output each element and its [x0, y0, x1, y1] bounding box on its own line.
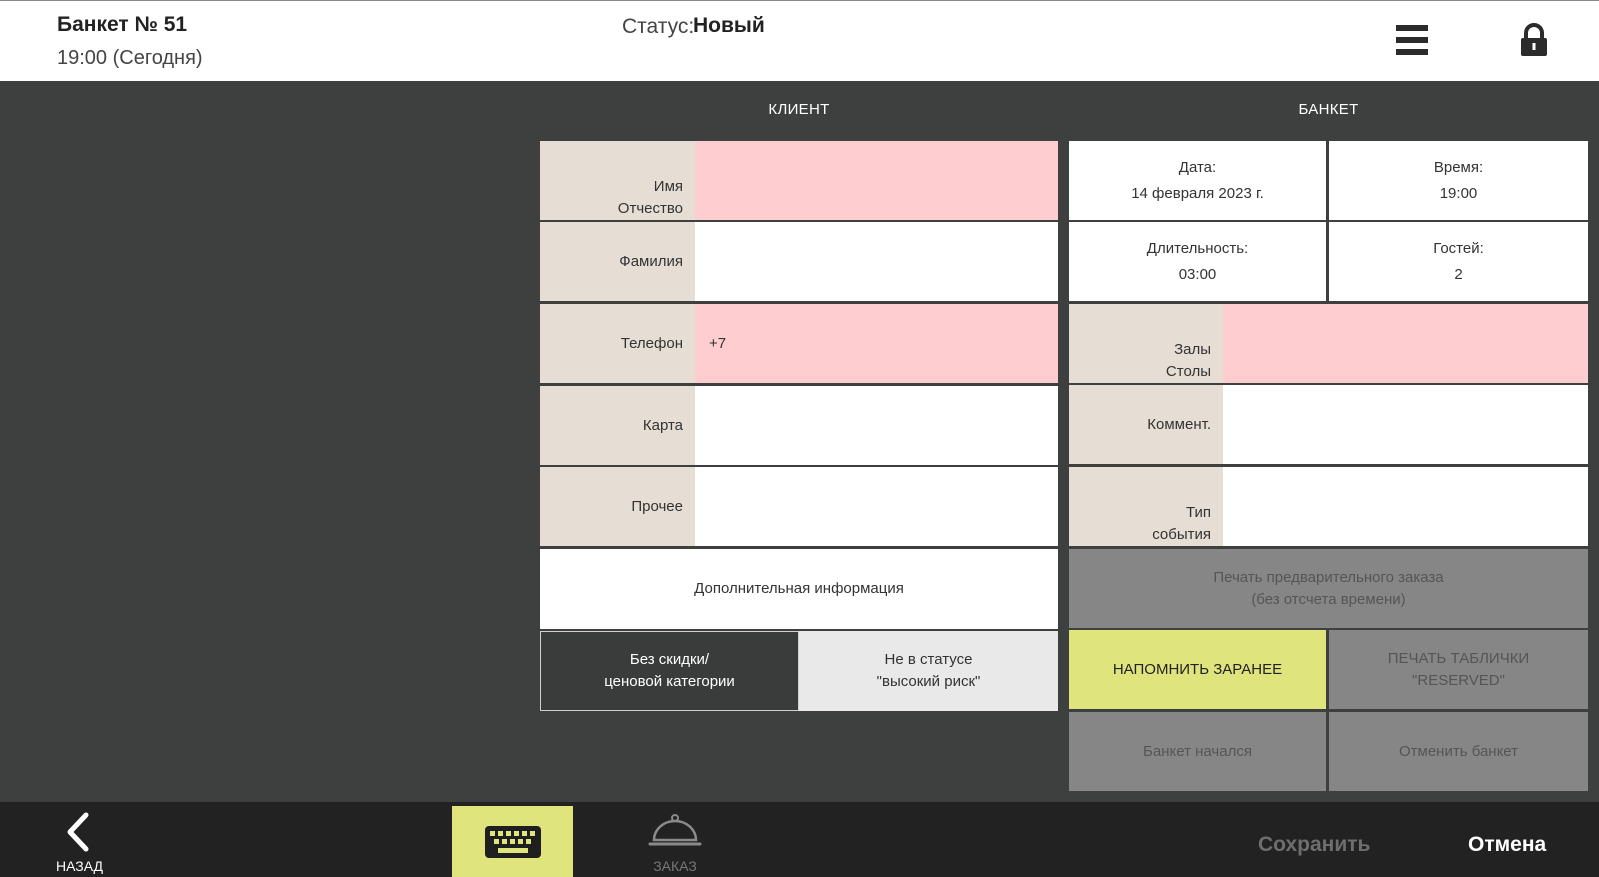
print-reserved-line2: "RESERVED" — [1412, 671, 1505, 689]
card-label: Карта — [540, 386, 695, 465]
halls-label: Залы Столы — [1069, 304, 1223, 383]
comment-field[interactable] — [1223, 385, 1588, 464]
footer-bar: НАЗАД ЗАКАЗ Сохранить Отмена — [0, 802, 1599, 877]
order-button[interactable]: ЗАКАЗ — [640, 812, 710, 874]
event-type-field[interactable] — [1223, 467, 1588, 546]
additional-info-button[interactable]: Дополнительная информация — [540, 549, 1058, 629]
header-bar: Банкет № 51 19:00 (Сегодня) Статус: Новы… — [0, 0, 1599, 81]
date-cell[interactable]: Дата: 14 февраля 2023 г. — [1069, 141, 1326, 220]
print-reserved-button[interactable]: ПЕЧАТЬ ТАБЛИЧКИ "RESERVED" — [1329, 630, 1588, 709]
status-value: Новый — [693, 14, 765, 37]
date-label: Дата: — [1178, 158, 1217, 176]
halls-label-line2: Столы — [1165, 363, 1211, 380]
risk-status-button[interactable]: Не в статусе "высокий риск" — [799, 631, 1058, 711]
phone-label: Телефон — [540, 304, 695, 383]
duration-value: 03:00 — [1178, 265, 1217, 283]
back-label: НАЗАД — [56, 858, 104, 874]
banquet-title: Банкет № 51 — [57, 13, 188, 36]
event-label-line1: Тип — [1185, 504, 1211, 521]
risk-line2: "высокий риск" — [876, 673, 981, 690]
lock-icon — [1521, 23, 1547, 56]
event-label-line2: события — [1152, 526, 1211, 543]
banquet-section-title: БАНКЕТ — [1298, 101, 1359, 118]
banquet-time: 19:00 (Сегодня) — [57, 47, 203, 69]
banquet-started-button[interactable]: Банкет начался — [1069, 712, 1326, 791]
hamburger-icon — [1396, 25, 1428, 55]
guests-value: 2 — [1454, 265, 1463, 283]
duration-cell[interactable]: Длительность: 03:00 — [1069, 222, 1326, 301]
date-value: 14 февраля 2023 г. — [1131, 184, 1264, 202]
other-field[interactable] — [695, 467, 1058, 546]
event-type-label: Тип события — [1069, 467, 1223, 546]
guests-cell[interactable]: Гостей: 2 — [1329, 222, 1588, 301]
save-button[interactable]: Сохранить — [1258, 833, 1370, 857]
cancel-banquet-label: Отменить банкет — [1398, 742, 1519, 760]
time-label: Время: — [1433, 158, 1484, 176]
duration-label: Длительность: — [1146, 239, 1249, 257]
order-label: ЗАКАЗ — [653, 858, 697, 874]
time-cell[interactable]: Время: 19:00 — [1329, 141, 1588, 220]
name-label-line1: Имя — [653, 178, 683, 195]
remind-label: НАПОМНИТЬ ЗАРАНЕЕ — [1112, 660, 1283, 678]
client-section-title: КЛИЕНТ — [768, 101, 830, 118]
halls-field[interactable] — [1223, 304, 1588, 383]
keyboard-icon — [484, 825, 541, 858]
surname-label: Фамилия — [540, 222, 695, 301]
keyboard-button[interactable] — [452, 806, 573, 877]
chevron-left-icon — [67, 812, 89, 852]
cancel-button[interactable]: Отмена — [1468, 833, 1546, 857]
cancel-banquet-button[interactable]: Отменить банкет — [1329, 712, 1588, 791]
surname-field[interactable] — [695, 222, 1058, 301]
guests-label: Гостей: — [1433, 239, 1484, 257]
phone-field[interactable]: +7 — [695, 304, 1058, 383]
print-preorder-line1: Печать предварительного заказа — [1213, 568, 1444, 586]
name-label-line2: Отчество — [617, 200, 683, 217]
print-preorder-button[interactable]: Печать предварительного заказа (без отсч… — [1069, 549, 1588, 628]
menu-button[interactable] — [1396, 23, 1446, 63]
name-field[interactable] — [695, 141, 1058, 220]
discount-line2: ценовой категории — [604, 673, 735, 690]
banquet-started-label: Банкет начался — [1143, 742, 1252, 760]
halls-label-line1: Залы — [1174, 341, 1211, 358]
card-field[interactable] — [695, 386, 1058, 465]
additional-info-label: Дополнительная информация — [694, 580, 904, 597]
discount-category-button[interactable]: Без скидки/ ценовой категории — [540, 631, 799, 711]
print-preorder-line2: (без отсчета времени) — [1251, 590, 1406, 608]
comment-label: Коммент. — [1069, 385, 1223, 464]
lock-button[interactable] — [1520, 23, 1560, 63]
time-value: 19:00 — [1439, 184, 1478, 202]
back-button[interactable]: НАЗАД — [56, 812, 116, 874]
discount-line1: Без скидки/ — [629, 651, 710, 668]
other-label: Прочее — [540, 467, 695, 546]
print-reserved-line1: ПЕЧАТЬ ТАБЛИЧКИ — [1387, 649, 1530, 667]
name-label: Имя Отчество — [540, 141, 695, 220]
cloche-icon — [648, 814, 702, 846]
status-label: Статус: — [622, 15, 695, 38]
risk-line1: Не в статусе — [884, 651, 973, 668]
remind-button[interactable]: НАПОМНИТЬ ЗАРАНЕЕ — [1069, 630, 1326, 709]
